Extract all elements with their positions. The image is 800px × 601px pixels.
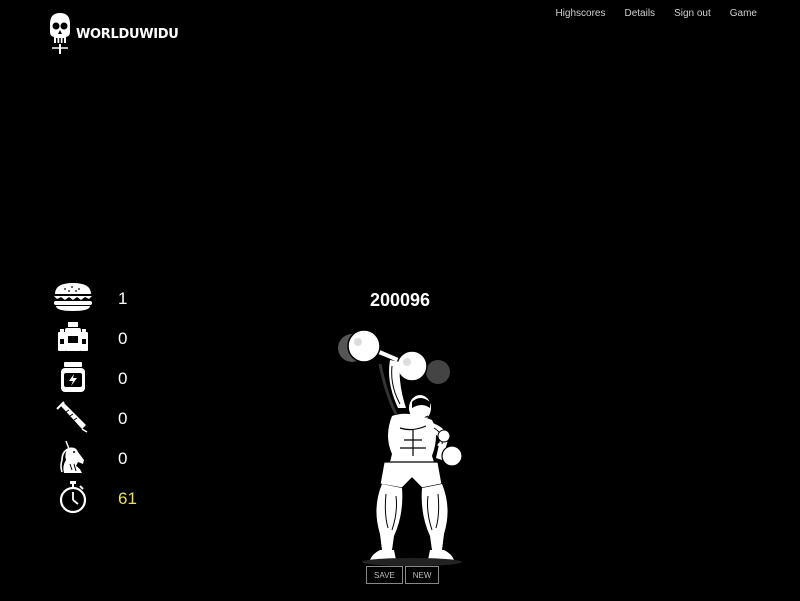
nav-details[interactable]: Details [624, 8, 655, 19]
stat-syringe-value: 0 [118, 409, 128, 428]
stat-protein-value: 0 [118, 369, 128, 388]
game-buttons: SAVE NEW [366, 566, 440, 584]
new-button[interactable]: NEW [404, 566, 440, 584]
dumbbell-weight [347, 329, 381, 363]
top-nav: Highscores Details Sign out Game [555, 8, 757, 19]
nav-highscores[interactable]: Highscores [555, 8, 605, 19]
skull-logo-icon [50, 13, 70, 54]
save-button[interactable]: SAVE [366, 566, 403, 584]
ghost-weight [426, 360, 450, 384]
small-dumbbell [441, 445, 463, 467]
score-display: 200096 [369, 290, 431, 310]
dumbbell-weight [396, 350, 428, 382]
logo-text: WORLDUWIDU [76, 26, 179, 42]
logo[interactable]: WORLDUWIDU [46, 10, 179, 54]
stat-supplements: 0 [52, 320, 152, 354]
nav-game[interactable]: Game [730, 8, 757, 19]
stat-protein: 0 [52, 360, 152, 394]
nav-sign-out[interactable]: Sign out [674, 8, 711, 19]
stat-timer-value: 61 [118, 489, 137, 508]
stopwatch-icon [52, 480, 94, 514]
stat-supplements-value: 0 [118, 329, 128, 348]
strongman-character[interactable] [330, 324, 470, 568]
unicorn-icon [52, 440, 94, 474]
protein-jar-icon [52, 360, 94, 394]
stat-unicorn-value: 0 [118, 449, 128, 468]
stat-timer: 61 [52, 480, 152, 514]
stat-unicorn: 0 [52, 440, 152, 474]
supplement-bottle-icon [52, 320, 94, 354]
syringe-icon [52, 400, 94, 434]
stat-syringe: 0 [52, 400, 152, 434]
